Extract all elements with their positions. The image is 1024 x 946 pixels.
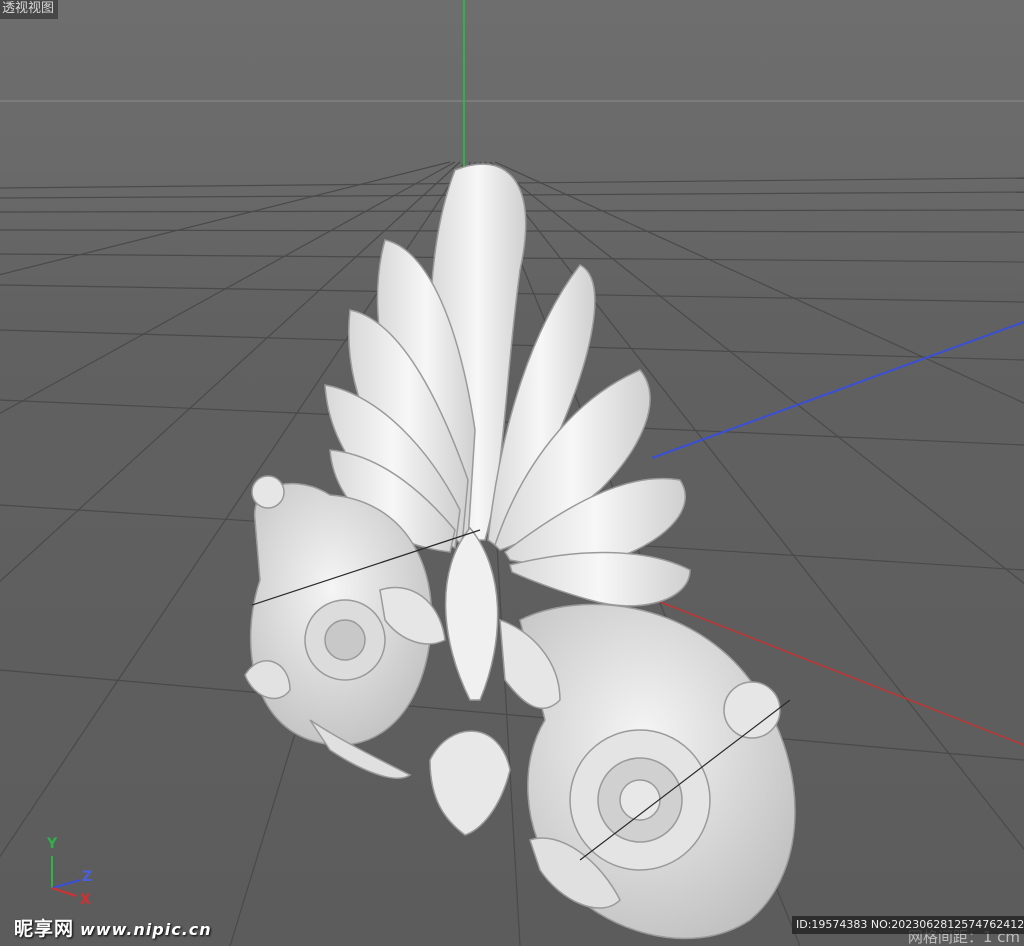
center-stem-leaf bbox=[444, 526, 499, 701]
watermark-url: www.nipic.cn bbox=[80, 920, 212, 939]
viewport-title[interactable]: 透视视图 bbox=[0, 0, 59, 19]
watermark-logo-text: 昵享网 bbox=[14, 918, 75, 940]
bottom-acanthus bbox=[429, 730, 511, 836]
watermark-logo: 昵享网 www.nipic.cn bbox=[14, 914, 212, 941]
world-z-axis bbox=[651, 321, 1024, 459]
gizmo-x-line bbox=[51, 887, 77, 897]
ornamental-carving-model bbox=[244, 163, 796, 940]
watermark-id: ID:19574383 NO:20230628125747624126 bbox=[792, 916, 1024, 934]
axis-gizmo: Y Z X bbox=[40, 836, 110, 916]
gizmo-z-label: Z bbox=[82, 869, 93, 885]
gizmo-y-label: Y bbox=[47, 836, 58, 852]
left-knob bbox=[251, 475, 285, 509]
gizmo-x-label: X bbox=[80, 892, 91, 908]
leaf-right-4 bbox=[509, 551, 691, 607]
perspective-viewport[interactable]: 透视视图 Y Z X 网格间距：1 cm 昵享网 www.nipic.cn ID:… bbox=[0, 0, 1024, 946]
scene-canvas[interactable] bbox=[0, 0, 1024, 946]
gizmo-z-line bbox=[51, 879, 81, 889]
